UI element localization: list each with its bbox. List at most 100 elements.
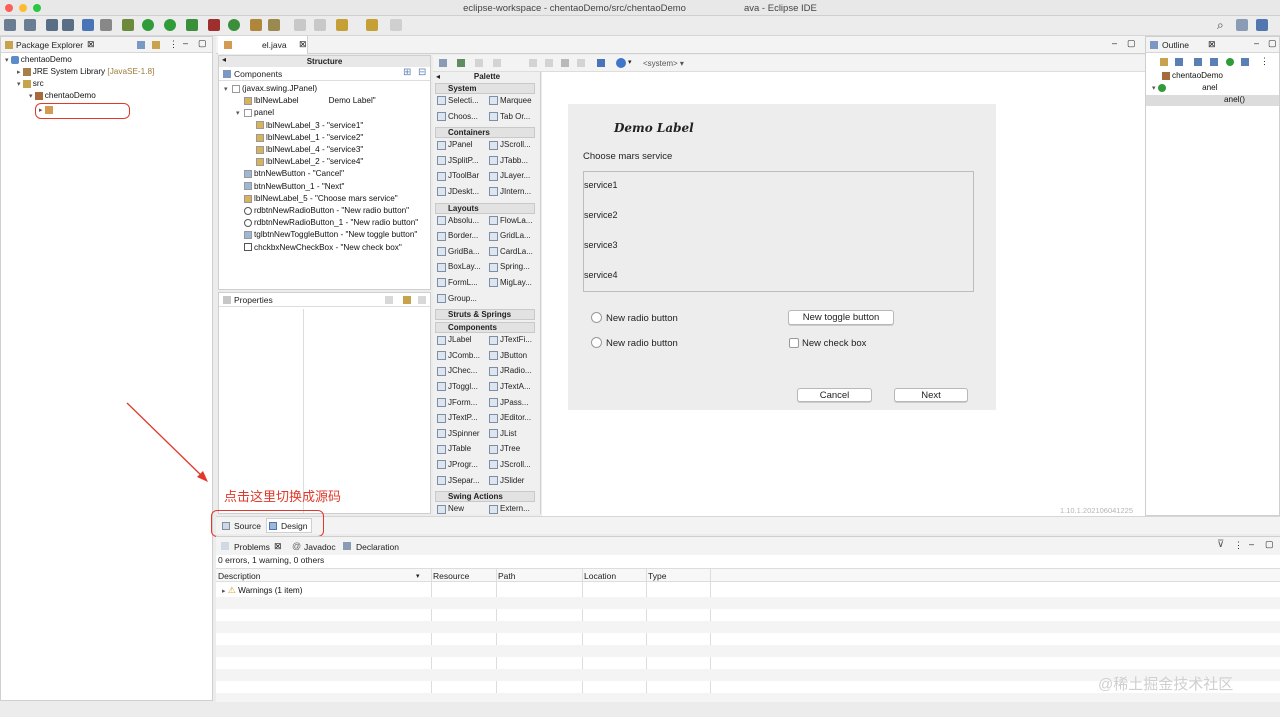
next-annotation-icon[interactable] [294, 19, 306, 31]
palette-item[interactable]: BoxLay... [437, 262, 481, 272]
test-gui-icon[interactable] [439, 59, 447, 67]
palette-item[interactable]: JTable [437, 444, 471, 454]
services-panel[interactable]: service1 service2 service3 service4 [583, 171, 974, 292]
open-perspective-icon[interactable] [1236, 19, 1248, 31]
last-edit-icon[interactable] [336, 19, 348, 31]
hide-fields-icon[interactable] [1175, 58, 1183, 66]
next-button[interactable]: Next [894, 388, 968, 402]
minimize-icon[interactable]: – [1254, 38, 1259, 48]
tree-item-radio-2[interactable]: rdbtnNewRadioButton_1 - "New radio butto… [236, 218, 418, 227]
view-menu-icon[interactable]: ⋮ [169, 39, 178, 50]
system-laf-selector[interactable]: <system> ▾ [643, 59, 684, 68]
copy-icon[interactable] [545, 59, 553, 67]
close-icon[interactable]: ⊠ [299, 39, 307, 50]
tree-item-toggle[interactable]: tglbtnNewToggleButton - "New toggle butt… [236, 230, 417, 239]
palette-item[interactable]: JForm... [437, 398, 477, 407]
palette-section-struts[interactable]: Struts & Springs [435, 309, 535, 321]
search-toolbar-icon[interactable] [268, 19, 280, 31]
java-perspective-icon[interactable] [1256, 19, 1268, 31]
show-events-icon[interactable] [403, 296, 411, 304]
link-with-editor-icon[interactable] [152, 41, 160, 49]
tree-item-label-5[interactable]: lblNewLabel_5 - "Choose mars service" [236, 194, 398, 203]
open-type-icon[interactable] [250, 19, 262, 31]
service4-label[interactable]: service4 [584, 270, 618, 280]
maximize-icon[interactable]: ▢ [1127, 38, 1136, 49]
palette-section-layouts[interactable]: Layouts [435, 202, 535, 214]
palette-item[interactable]: Absolu... [437, 216, 479, 225]
palette-item[interactable]: JScroll... [489, 460, 531, 470]
maximize-icon[interactable]: ▢ [1265, 539, 1274, 550]
hide-nonpublic-icon[interactable] [1210, 58, 1218, 66]
hide-local-types-icon[interactable] [1226, 58, 1234, 66]
chevron-right-icon[interactable]: ▸ [39, 107, 43, 114]
javadoc-tab[interactable]: Javadoc [304, 542, 336, 552]
chevron-down-icon[interactable]: ▾ [628, 58, 632, 66]
palette-item[interactable]: JToolBar [437, 171, 479, 181]
minimize-icon[interactable]: – [1249, 539, 1254, 549]
demo-label[interactable]: Demo Label [614, 121, 694, 135]
back-icon[interactable] [366, 19, 378, 31]
palette-item[interactable]: FlowLa... [489, 216, 532, 225]
palette-item[interactable]: JToggl... [437, 382, 478, 392]
hide-static-icon[interactable] [1194, 58, 1202, 66]
column-description[interactable]: Description [218, 571, 261, 581]
outline-item-package[interactable]: chentaoDemo [1162, 71, 1223, 80]
palette-item[interactable]: New [437, 504, 464, 514]
tree-item-jre[interactable]: ▸ JRE System Library [JavaSE-1.8] [17, 67, 154, 76]
palette-item[interactable]: JDeskt... [437, 187, 479, 197]
tree-item-label-3[interactable]: lblNewLabel_3 - "service1" [248, 121, 363, 130]
sort-icon[interactable] [1160, 58, 1168, 66]
goto-definition-icon[interactable] [418, 296, 426, 304]
collapse-all-icon[interactable]: ⊟ [418, 67, 426, 78]
minimize-icon[interactable]: – [1112, 38, 1117, 48]
warnings-row[interactable]: ▸ ⚠ Warnings (1 item) [222, 585, 302, 596]
palette-item[interactable]: GridLa... [489, 231, 531, 241]
filter-icon[interactable]: ⊽ [1217, 539, 1224, 550]
editor-tab[interactable]: el.java ⊠ [218, 36, 308, 54]
undo-icon[interactable] [475, 59, 483, 67]
declaration-tab[interactable]: Declaration [356, 542, 399, 552]
tree-item-panel[interactable]: ▾ panel [236, 108, 274, 117]
column-path[interactable]: Path [498, 571, 516, 581]
palette-item[interactable]: Border... [437, 231, 478, 241]
tree-item-button-cancel[interactable]: btnNewButton - "Cancel" [236, 169, 344, 178]
close-icon[interactable]: ⊠ [274, 541, 282, 552]
check-box[interactable] [789, 338, 799, 348]
palette-item[interactable]: Choos... [437, 112, 478, 121]
tree-item-checkbox[interactable]: chckbxNewCheckBox - "New check box" [236, 243, 402, 252]
palette-item[interactable]: FormL... [437, 278, 478, 288]
palette-item[interactable]: JSlider [489, 476, 524, 485]
tab-order-icon[interactable] [597, 59, 605, 67]
new-class-icon[interactable] [228, 19, 240, 31]
palette-item[interactable]: JProgr... [437, 460, 478, 470]
new-icon[interactable] [4, 19, 16, 31]
skip-breakpoints-icon[interactable] [100, 19, 112, 31]
cancel-button[interactable]: Cancel [797, 388, 872, 402]
package-explorer-tab[interactable]: Package Explorer [16, 40, 83, 50]
cut-icon[interactable] [529, 59, 537, 67]
delete-icon[interactable] [577, 59, 585, 67]
palette-item[interactable]: JSplitP... [437, 156, 479, 166]
chevron-down-icon[interactable]: ▾ [5, 57, 9, 64]
debug-icon[interactable] [122, 19, 134, 31]
link-editor-icon[interactable] [1241, 58, 1249, 66]
look-and-feel-icon[interactable] [616, 58, 626, 68]
palette-item[interactable]: JTextP... [437, 413, 478, 423]
close-icon[interactable]: ⊠ [1208, 39, 1216, 50]
palette-item[interactable]: JRadio... [489, 366, 532, 376]
problems-tab[interactable]: Problems [234, 542, 270, 552]
choose-label[interactable]: Choose mars service [583, 151, 672, 162]
forward-icon[interactable] [390, 19, 402, 31]
tree-item-label[interactable]: lblNewLabel Demo Label" [236, 96, 376, 105]
radio-button-2[interactable] [591, 337, 602, 348]
palette-item[interactable]: Selecti... [437, 96, 479, 106]
palette-item[interactable]: JChec... [437, 366, 477, 376]
view-menu-icon[interactable]: ⋮ [1234, 540, 1243, 551]
run-icon[interactable] [142, 19, 154, 31]
palette-item[interactable]: JTree [489, 444, 520, 454]
tree-item-package[interactable]: ▾ chentaoDemo [29, 91, 96, 100]
minimize-icon[interactable]: – [183, 38, 188, 48]
external-tools-icon[interactable] [186, 19, 198, 31]
palette-item[interactable]: JEditor... [489, 413, 531, 423]
service2-label[interactable]: service2 [584, 210, 618, 220]
